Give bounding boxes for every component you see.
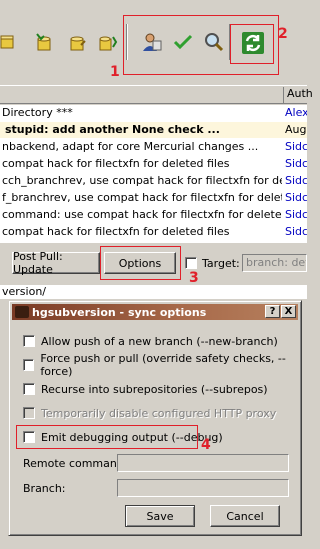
table-row[interactable]: command: use compat hack for filectxfn f… [0, 207, 307, 223]
remote-command-input[interactable] [117, 454, 289, 472]
table-row[interactable]: compat hack for filectxfn for deleted fi… [0, 156, 307, 172]
target-checkbox[interactable] [185, 257, 197, 269]
checkmark-icon[interactable] [171, 30, 195, 54]
search-icon[interactable] [202, 30, 226, 54]
table-row[interactable]: compat hack for filectxfn for deleted fi… [0, 224, 307, 240]
commit-message: f_branchrev, use compat hack for filectx… [2, 191, 282, 204]
cancel-button[interactable]: Cancel [210, 505, 280, 527]
commit-list: Directory *** Alex stupid: add another N… [0, 105, 307, 243]
column-header-author[interactable]: Auth [283, 87, 313, 103]
commit-author: Aug [285, 123, 307, 136]
commit-message: compat hack for filectxfn for deleted fi… [2, 225, 230, 238]
commit-message: stupid: add another None check ... [5, 123, 220, 136]
commit-message: nbackend, adapt for core Mercurial chang… [2, 140, 259, 153]
save-button[interactable]: Save [125, 505, 195, 527]
path-text: version/ [2, 285, 46, 298]
annotation-label-4: 4 [201, 437, 211, 453]
pull-update-icon[interactable] [32, 30, 56, 54]
remote-command-label: Remote command: [23, 457, 128, 470]
branch-input[interactable] [117, 479, 289, 497]
options-button[interactable]: Options [104, 252, 176, 274]
commit-message: command: use compat hack for filectxfn f… [2, 208, 282, 221]
user-icon[interactable] [140, 30, 164, 54]
commit-author: Sidc [285, 191, 307, 204]
post-pull-select[interactable]: Post Pull: Update [12, 250, 100, 276]
commit-author: Alex [285, 106, 307, 119]
option-checkbox[interactable] [23, 431, 35, 443]
commit-message: compat hack for filectxfn for deleted fi… [2, 157, 230, 170]
table-row[interactable]: nbackend, adapt for core Mercurial chang… [0, 139, 307, 155]
option-label: Emit debugging output (--debug) [41, 430, 223, 444]
commit-author: Sidc [285, 225, 307, 238]
table-row[interactable]: f_branchrev, use compat hack for filectx… [0, 190, 307, 206]
list-header: Auth [0, 85, 313, 104]
commit-message: cch_branchrev, use compat hack for filec… [2, 174, 282, 187]
option-force[interactable]: Force push or pull (override safety chec… [23, 352, 301, 378]
table-row[interactable]: stupid: add another None check ... Aug [0, 122, 307, 138]
push-all-icon[interactable] [96, 30, 120, 54]
commit-author: Sidc [285, 157, 307, 170]
option-label: Recurse into subrepositories (--subrepos… [41, 382, 268, 396]
option-new-branch[interactable]: Allow push of a new branch (--new-branch… [23, 333, 278, 349]
option-checkbox[interactable] [23, 383, 35, 395]
table-row[interactable]: cch_branchrev, use compat hack for filec… [0, 173, 307, 189]
annotation-label-2: 2 [278, 26, 288, 42]
commit-author: Sidc [285, 208, 307, 221]
close-button[interactable]: X [281, 305, 296, 318]
push-icon[interactable] [66, 30, 90, 54]
annotation-label-3: 3 [189, 270, 199, 286]
toolbar-separator [229, 24, 231, 60]
dialog-title: hgsubversion - sync options [32, 305, 207, 319]
dialog-titlebar[interactable]: hgsubversion - sync options ? X [12, 304, 298, 320]
option-subrepos[interactable]: Recurse into subrepositories (--subrepos… [23, 381, 268, 397]
commit-author: Sidc [285, 174, 307, 187]
option-checkbox[interactable] [23, 335, 35, 347]
pull-icon[interactable] [0, 30, 20, 54]
commit-message: Directory *** [2, 106, 73, 119]
table-row[interactable]: Directory *** Alex [0, 105, 307, 121]
option-label: Allow push of a new branch (--new-branch… [41, 334, 278, 348]
annotation-label-1: 1 [110, 64, 120, 80]
branch-label: Branch: [23, 482, 66, 495]
option-label: Temporarily disable configured HTTP prox… [41, 406, 277, 420]
sync-options-dialog: hgsubversion - sync options ? X Allow pu… [8, 300, 302, 536]
option-checkbox[interactable] [23, 359, 35, 371]
tortoisehg-icon [15, 306, 29, 318]
help-button[interactable]: ? [265, 305, 280, 318]
option-label: Force push or pull (override safety chec… [40, 352, 286, 378]
option-disable-proxy: Temporarily disable configured HTTP prox… [23, 405, 276, 421]
target-input[interactable]: branch: defa [242, 254, 307, 272]
option-debug[interactable]: Emit debugging output (--debug) [23, 429, 223, 445]
commit-author: Sidc [285, 140, 307, 153]
option-checkbox [23, 407, 35, 419]
toolbar-separator [126, 24, 128, 60]
toolbar: 1 2 [0, 0, 307, 80]
path-row: version/ [0, 285, 307, 299]
target-label: Target: [202, 257, 240, 270]
sync-icon[interactable] [241, 31, 265, 55]
